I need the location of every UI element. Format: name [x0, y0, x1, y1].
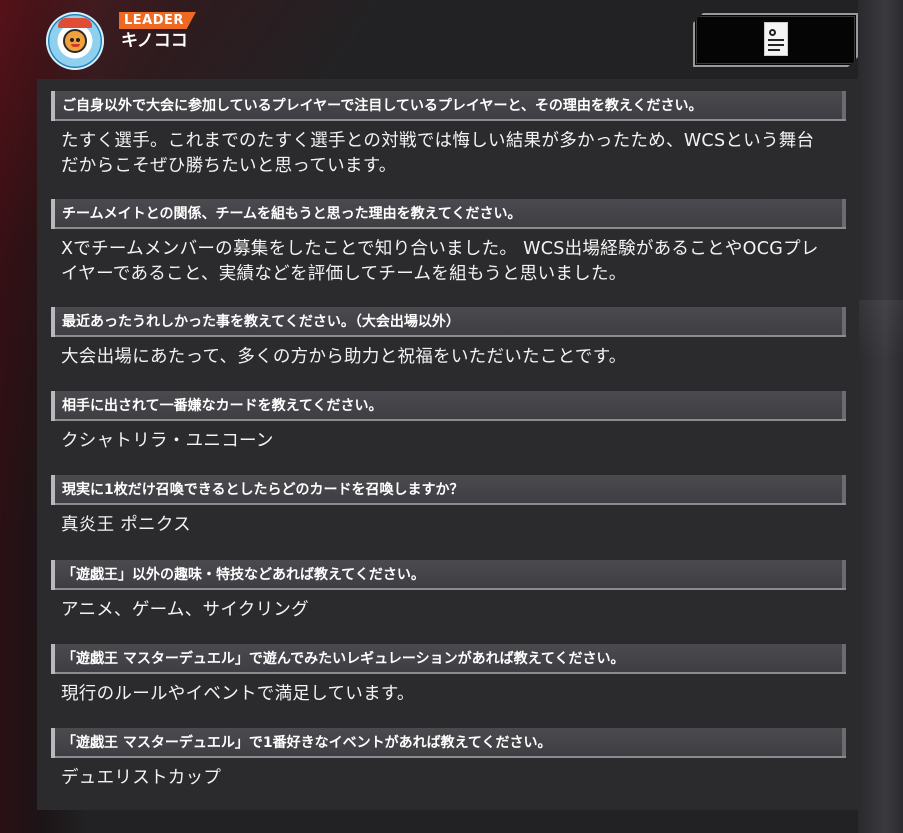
- answer-text: クシャトリラ・ユニコーン: [51, 421, 846, 454]
- leader-badge: LEADER: [119, 12, 196, 29]
- player-avatar-icon: [46, 12, 104, 70]
- answer-line: たすく選手。これまでのたすく選手との対戦では悔しい結果が多かったため、WCSとい…: [61, 131, 815, 151]
- deck-list-button[interactable]: [693, 13, 858, 67]
- qa-item: 最近あったうれしかった事を教えてください。（大会出場以外） 大会出場にあたって、…: [51, 307, 846, 370]
- question-header: 現実に1枚だけ召喚できるとしたらどのカードを召喚しますか？: [51, 475, 846, 505]
- question-header: チームメイトとの関係、チームを組もうと思った理由を教えてください。: [51, 199, 846, 229]
- answer-text: 真炎王 ポニクス: [51, 505, 846, 538]
- answer-line: Xでチームメンバーの募集をしたことで知り合いました。 WCS出場経験があることや…: [61, 239, 819, 259]
- answer-line: クシャトリラ・ユニコーン: [61, 431, 274, 451]
- answer-text: デュエリストカップ: [51, 758, 846, 791]
- question-header: 最近あったうれしかった事を教えてください。（大会出場以外）: [51, 307, 846, 337]
- player-header: LEADER キノココ: [0, 0, 903, 78]
- qa-item: 相手に出されて一番嫌なカードを教えてください。 クシャトリラ・ユニコーン: [51, 391, 846, 454]
- qa-item: チームメイトとの関係、チームを組もうと思った理由を教えてください。 Xでチームメ…: [51, 199, 846, 287]
- qa-item: 現実に1枚だけ召喚できるとしたらどのカードを召喚しますか？ 真炎王 ポニクス: [51, 475, 846, 538]
- question-header: 「遊戯王 マスターデュエル」で1番好きなイベントがあれば教えてください。: [51, 728, 846, 758]
- question-header: 「遊戯王 マスターデュエル」で遊んでみたいレギュレーションがあれば教えてください…: [51, 644, 846, 674]
- answer-line: 現行のルールやイベントで満足しています。: [61, 684, 415, 704]
- qa-item: 「遊戯王 マスターデュエル」で1番好きなイベントがあれば教えてください。 デュエ…: [51, 728, 846, 791]
- background-stripe: [858, 0, 903, 833]
- answer-text: Xでチームメンバーの募集をしたことで知り合いました。 WCS出場経験があることや…: [51, 229, 846, 287]
- avatar-eye: [70, 38, 74, 42]
- answer-text: たすく選手。これまでのたすく選手との対戦では悔しい結果が多かったため、WCSとい…: [51, 121, 846, 179]
- answer-line: だからこそぜひ勝ちたいと思っています。: [61, 156, 397, 176]
- background-highlight: [858, 300, 903, 360]
- qa-item: 「遊戯王」以外の趣味・特技などあれば教えてください。 アニメ、ゲーム、サイクリン…: [51, 560, 846, 623]
- question-header: ご自身以外で大会に参加しているプレイヤーで注目しているプレイヤーと、その理由を教…: [51, 91, 846, 121]
- answer-text: 現行のルールやイベントで満足しています。: [51, 674, 846, 707]
- player-name: キノココ: [121, 31, 188, 51]
- answer-line: イヤーであること、実績などを評価してチームを組もうと思いました。: [61, 264, 627, 284]
- deck-list-icon: [764, 22, 788, 56]
- qa-item: ご自身以外で大会に参加しているプレイヤーで注目しているプレイヤーと、その理由を教…: [51, 91, 846, 179]
- avatar-face: [63, 29, 87, 53]
- answer-text: アニメ、ゲーム、サイクリング: [51, 590, 846, 623]
- answer-line: 真炎王 ポニクス: [61, 515, 191, 535]
- avatar-eye: [76, 38, 80, 42]
- qa-item: 「遊戯王 マスターデュエル」で遊んでみたいレギュレーションがあれば教えてください…: [51, 644, 846, 707]
- answer-text: 大会出場にあたって、多くの方から助力と祝福をいただいたことです。: [51, 337, 846, 370]
- avatar-mouth: [71, 44, 80, 47]
- question-header: 「遊戯王」以外の趣味・特技などあれば教えてください。: [51, 560, 846, 590]
- answer-line: 大会出場にあたって、多くの方から助力と祝福をいただいたことです。: [61, 347, 627, 367]
- answer-line: アニメ、ゲーム、サイクリング: [61, 600, 309, 620]
- interview-panel: ご自身以外で大会に参加しているプレイヤーで注目しているプレイヤーと、その理由を教…: [37, 79, 859, 810]
- question-header: 相手に出されて一番嫌なカードを教えてください。: [51, 391, 846, 421]
- answer-line: デュエリストカップ: [61, 768, 222, 788]
- avatar-hat: [58, 18, 92, 28]
